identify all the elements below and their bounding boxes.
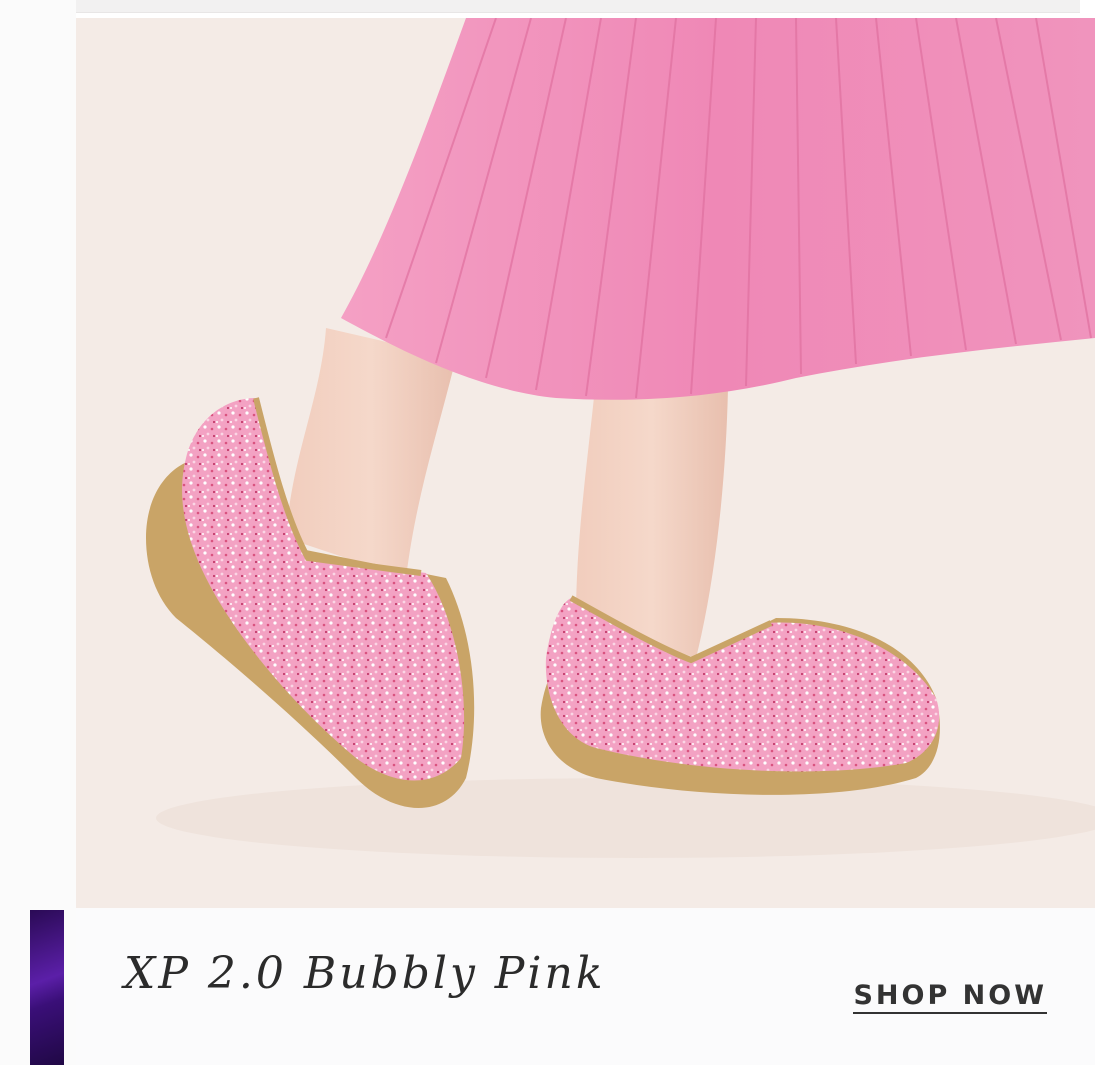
carousel-side-strip bbox=[0, 0, 76, 1065]
shop-now-link[interactable]: SHOP NOW bbox=[853, 980, 1047, 1014]
previous-card-edge bbox=[20, 0, 1080, 13]
product-promo-card[interactable]: XP 2.0 Bubbly Pink SHOP NOW bbox=[76, 18, 1095, 1065]
product-photo[interactable] bbox=[76, 18, 1095, 908]
product-caption-bar: XP 2.0 Bubbly Pink SHOP NOW bbox=[76, 908, 1095, 1065]
product-photo-illustration bbox=[76, 18, 1095, 908]
adjacent-slide-thumbnail[interactable] bbox=[30, 910, 64, 1065]
product-name[interactable]: XP 2.0 Bubbly Pink bbox=[124, 948, 605, 999]
